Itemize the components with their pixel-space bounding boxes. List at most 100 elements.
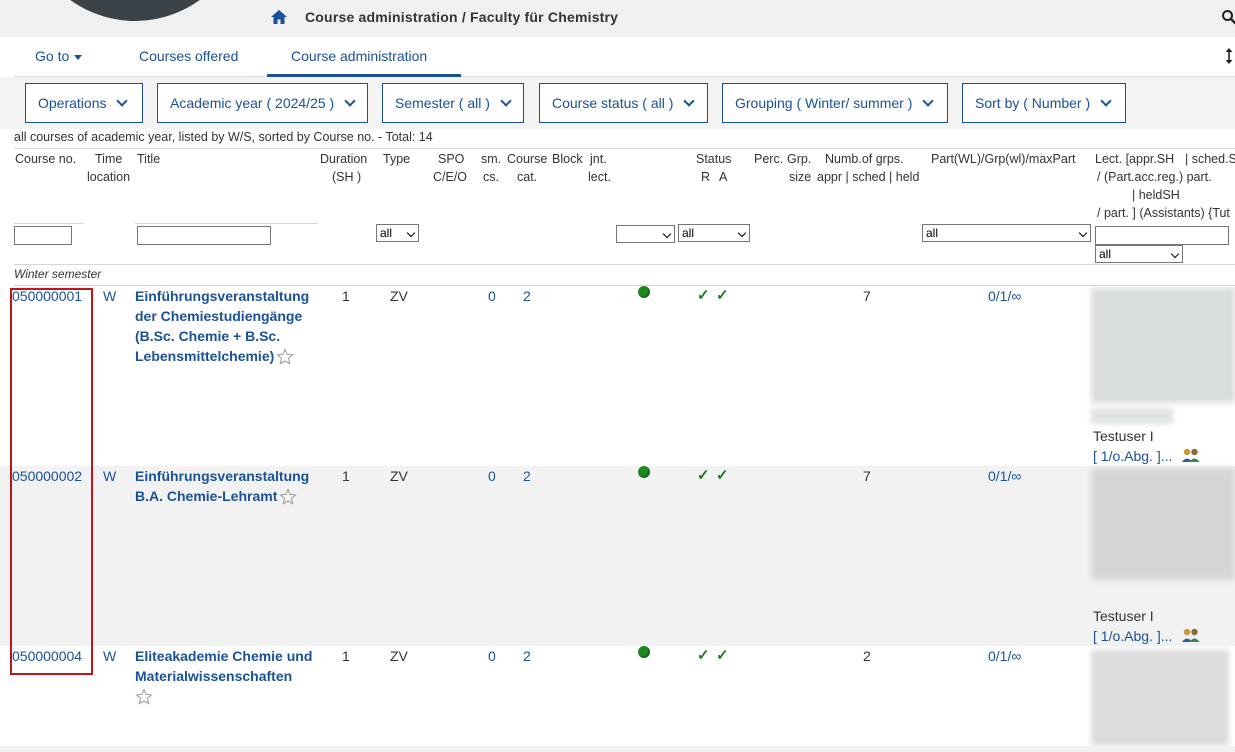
group-label: Winter semester — [14, 267, 102, 281]
course-title-link[interactable]: Eliteakademie Chemie und Materialwissens… — [135, 646, 313, 706]
status-dot-icon — [638, 466, 650, 478]
star-icon[interactable] — [135, 688, 153, 705]
chevron-down-icon — [1170, 249, 1180, 259]
caret-down-icon — [74, 54, 83, 60]
lecturer-detail-link[interactable]: [ 1/o.Abg. ]... — [1093, 628, 1172, 644]
sm-cs-value: 0 — [488, 288, 496, 304]
title-filter-input[interactable] — [137, 226, 271, 245]
check-icon: ✓ — [697, 647, 710, 664]
time-value: W — [103, 288, 117, 304]
participants-link[interactable]: 0/1/∞ — [988, 288, 1021, 304]
chevron-down-icon — [683, 94, 696, 107]
sort-by-dropdown[interactable]: Sort by ( Number ) — [962, 83, 1126, 123]
semester-label: Semester ( all ) — [395, 95, 490, 111]
blurred-lecturer-info — [1091, 288, 1235, 403]
col-duration: Duration — [320, 152, 368, 166]
vertical-resize-icon[interactable] — [1224, 47, 1234, 65]
col-sm: sm. — [481, 152, 502, 166]
course-title-link[interactable]: Einführungsveranstaltung B.A. Chemie-Leh… — [135, 466, 315, 506]
status-dot-icon — [638, 646, 650, 658]
academic-year-label: Academic year ( 2024/25 ) — [170, 95, 335, 111]
col-lecturer-2: / (Part.acc.reg.) part. — [1097, 170, 1212, 184]
col-numb-groups: Numb.of grps. — [825, 152, 904, 166]
col-spo-ceo: C/E/O — [433, 170, 468, 184]
persons-icon[interactable] — [1181, 627, 1201, 643]
check-icon: ✓ — [716, 287, 729, 304]
persons-icon[interactable] — [1181, 447, 1201, 463]
participants-filter-value: all — [926, 226, 939, 240]
lecturer-filter-value: all — [1099, 247, 1112, 261]
lecturer-filter-input[interactable] — [1095, 226, 1229, 245]
divider — [14, 223, 84, 224]
semester-dropdown[interactable]: Semester ( all ) — [382, 83, 524, 123]
status-r-filter-select[interactable] — [616, 225, 675, 243]
col-status-r: R — [701, 170, 711, 184]
col-lecturer: Lect. [appr.SH — [1095, 152, 1175, 166]
col-appr-sched-held: appr | sched | held — [817, 170, 920, 184]
col-course-cat: Course — [507, 152, 548, 166]
course-number-link[interactable]: 050000004 — [12, 648, 82, 664]
search-icon[interactable] — [1221, 9, 1235, 25]
course-number-link[interactable]: 050000002 — [12, 468, 82, 484]
star-icon[interactable] — [276, 348, 294, 365]
course-cat-value: 2 — [523, 288, 531, 304]
course-status-dropdown[interactable]: Course status ( all ) — [539, 83, 708, 123]
col-lect: lect. — [588, 170, 611, 184]
type-filter-value: all — [380, 226, 393, 240]
duration-value: 1 — [342, 648, 350, 664]
result-summary: all courses of academic year, listed by … — [14, 130, 433, 144]
col-lecturer-3: | heldSH — [1132, 188, 1180, 202]
course-title-link[interactable]: Einführungsveranstaltung der Chemiestudi… — [135, 286, 325, 366]
participants-link[interactable]: 0/1/∞ — [988, 648, 1021, 664]
col-type: Type — [383, 152, 411, 166]
col-cat: cat. — [517, 170, 538, 184]
groups-value: 7 — [863, 468, 871, 484]
course-cat-value: 2 — [523, 468, 531, 484]
lecturer-detail-link[interactable]: [ 1/o.Abg. ]... — [1093, 448, 1172, 464]
chevron-down-icon — [1100, 94, 1112, 107]
col-title[interactable]: Title — [137, 150, 160, 168]
participants-filter-select[interactable]: all — [922, 224, 1091, 242]
status-a-filter-select[interactable]: all — [678, 224, 750, 242]
home-icon[interactable] — [270, 9, 288, 25]
tab-course-administration[interactable]: Course administration — [291, 48, 427, 64]
chevron-down-icon — [116, 94, 129, 107]
participants-link[interactable]: 0/1/∞ — [988, 468, 1021, 484]
col-time: Time — [95, 152, 123, 166]
academic-year-dropdown[interactable]: Academic year ( 2024/25 ) — [157, 83, 368, 123]
sm-cs-value: 0 — [488, 468, 496, 484]
course-no-filter-input[interactable] — [14, 226, 72, 245]
chevron-down-icon — [737, 228, 747, 238]
chevron-down-icon — [406, 228, 416, 238]
chevron-down-icon — [662, 229, 672, 239]
course-title-text: Eliteakademie Chemie und Materialwissens… — [135, 648, 313, 684]
chevron-down-icon — [344, 94, 356, 107]
course-number-link[interactable]: 050000001 — [12, 288, 82, 304]
operations-dropdown[interactable]: Operations — [25, 83, 143, 123]
course-status-label: Course status ( all ) — [552, 95, 674, 111]
type-filter-select[interactable]: all — [376, 224, 419, 242]
col-sched: | sched.S — [1185, 152, 1235, 166]
star-icon[interactable] — [279, 488, 298, 505]
blurred-lecturer-info — [1091, 650, 1229, 746]
goto-label: Go to — [35, 48, 70, 64]
status-a-filter-value: all — [682, 226, 695, 240]
goto-menu[interactable]: Go to — [35, 48, 83, 64]
lecturer-filter-select[interactable]: all — [1095, 245, 1183, 263]
col-course-no[interactable]: Course no. — [15, 150, 76, 168]
blurred-lecturer-info — [1091, 468, 1235, 580]
check-icon: ✓ — [697, 287, 710, 304]
grouping-label: Grouping ( Winter/ summer ) — [735, 95, 913, 111]
type-value: ZV — [390, 468, 408, 484]
col-cs: cs. — [483, 170, 499, 184]
duration-value: 1 — [342, 468, 350, 484]
chevron-down-icon — [922, 94, 935, 107]
nav-bar: Go to Courses offered Course administrat… — [14, 37, 1235, 77]
grouping-dropdown[interactable]: Grouping ( Winter/ summer ) — [722, 83, 948, 123]
check-icon: ✓ — [716, 467, 729, 484]
groups-value: 2 — [863, 648, 871, 664]
tab-courses-offered[interactable]: Courses offered — [139, 48, 238, 64]
time-value: W — [103, 468, 117, 484]
col-status: Status — [696, 152, 732, 166]
col-grp: Grp. — [787, 152, 812, 166]
